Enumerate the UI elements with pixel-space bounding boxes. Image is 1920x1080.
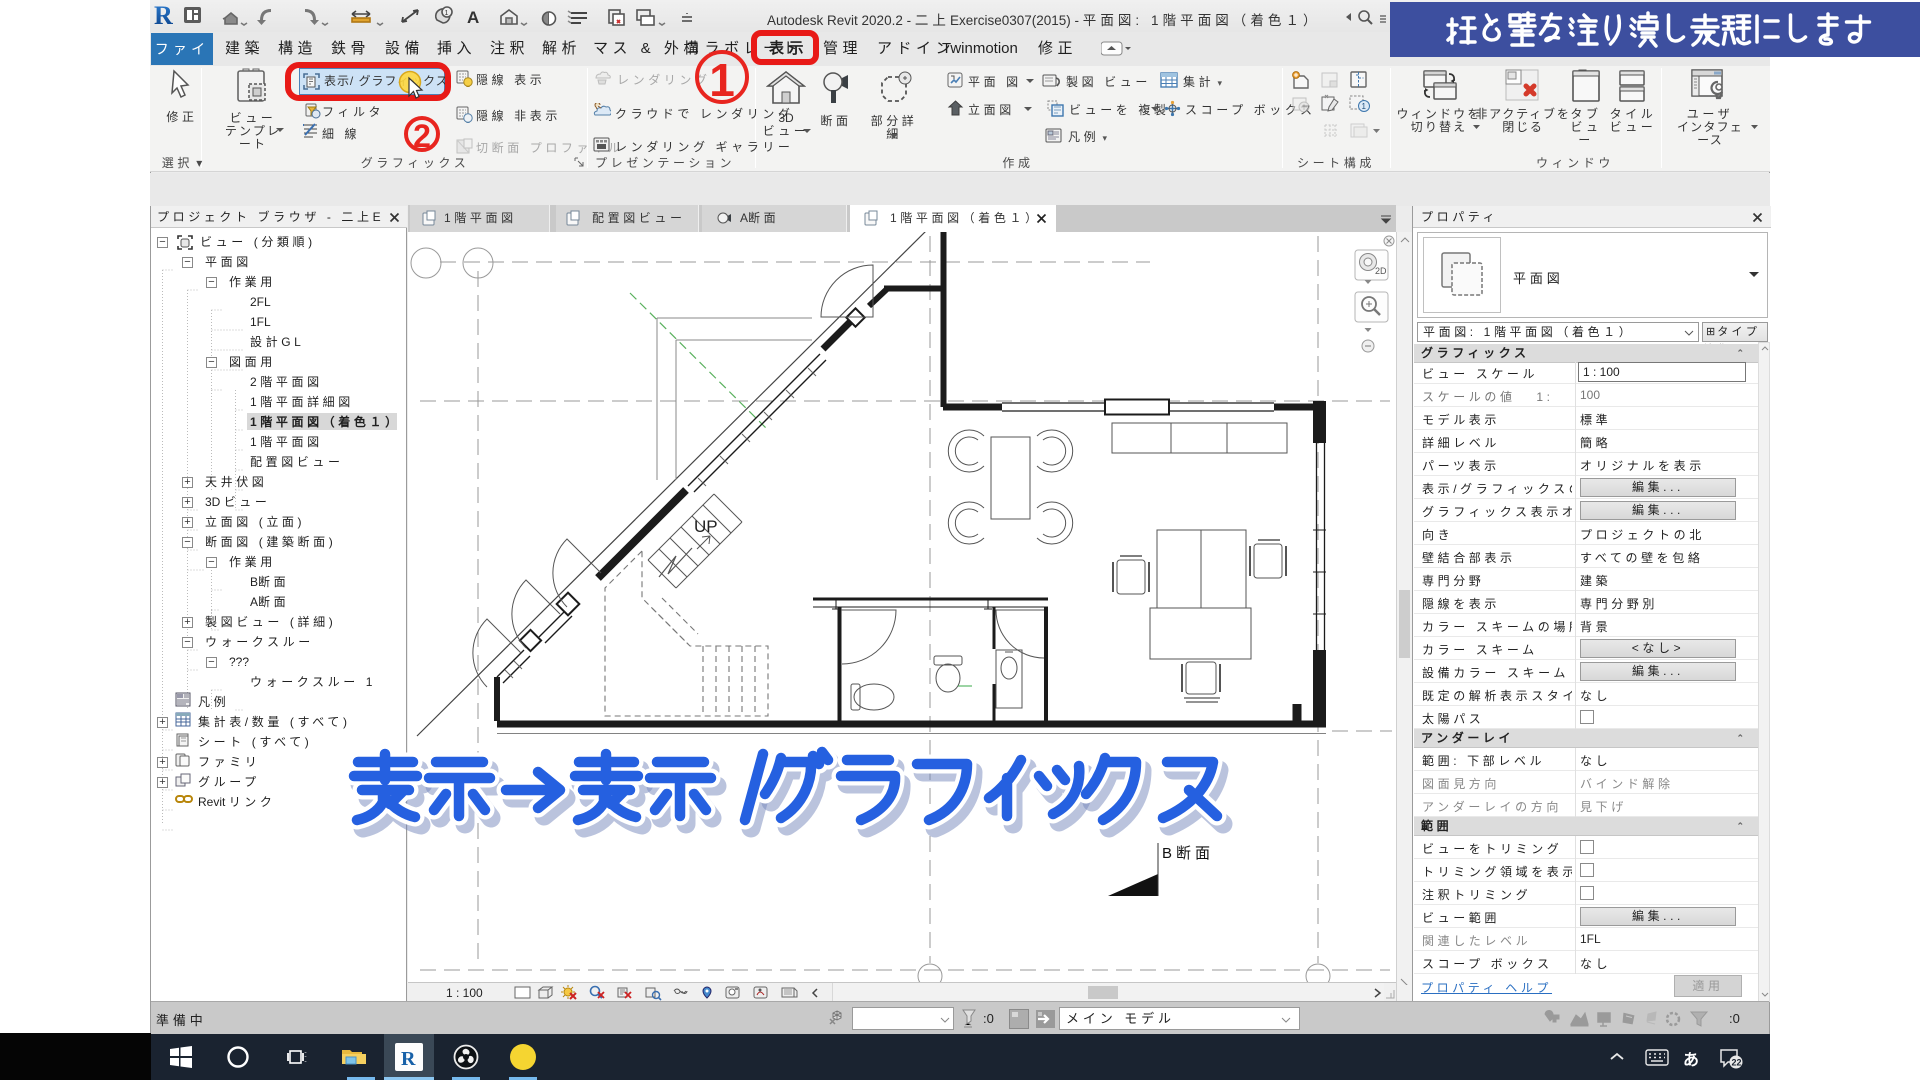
svg-text:A: A [467, 8, 479, 27]
svg-text:22: 22 [1732, 1058, 1742, 1068]
svg-text:UP: UP [694, 517, 718, 536]
svg-text:2D: 2D [1375, 266, 1387, 276]
svg-text:1: 1 [1362, 102, 1367, 111]
svg-text:1: 1 [445, 10, 449, 17]
svg-text:R: R [154, 3, 173, 29]
svg-text:R: R [401, 1048, 416, 1070]
svg-text:B断面: B断面 [1162, 845, 1214, 862]
